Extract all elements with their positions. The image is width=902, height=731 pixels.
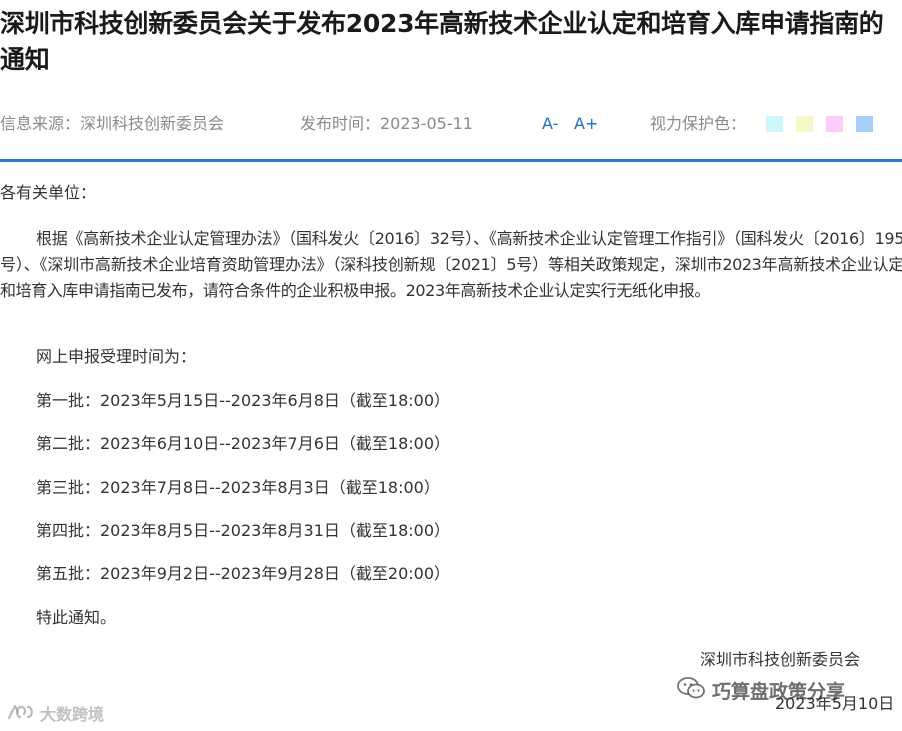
- wechat-icon: [676, 676, 706, 709]
- batch-1: 第一批：2023年5月15日--2023年6月8日（截至18:00）: [36, 391, 450, 410]
- watermark-left-text: 大数跨境: [40, 705, 105, 724]
- publish-date: 发布时间：2023-05-11: [300, 114, 473, 133]
- salutation: 各有关单位：: [0, 183, 97, 202]
- closing-text: 特此通知。: [36, 608, 117, 627]
- main-paragraph: 根据《高新技术企业认定管理办法》（国科发火〔2016〕32号）、《高新技术企业认…: [0, 229, 902, 300]
- eye-protection-label: 视力保护色：: [650, 114, 747, 133]
- eye-color-pink-swatch[interactable]: [826, 116, 843, 132]
- article-page: 深圳市科技创新委员会关于发布2023年高新技术企业认定和培育入库申请指南的通知 …: [0, 0, 902, 731]
- dashu-logo-icon: [6, 702, 36, 729]
- info-source: 信息来源：深圳科技创新委员会: [0, 114, 225, 133]
- eye-color-yellow-swatch[interactable]: [796, 116, 813, 132]
- batch-2: 第二批：2023年6月10日--2023年7月6日（截至18:00）: [36, 434, 450, 453]
- article-meta-bar: 信息来源：深圳科技创新委员会 发布时间：2023-05-11 A- A+ 视力保…: [0, 112, 902, 136]
- font-decrease-button[interactable]: A-: [542, 112, 558, 136]
- batch-3: 第三批：2023年7月8日--2023年8月3日（截至18:00）: [36, 478, 440, 497]
- online-time-label: 网上申报受理时间为：: [36, 347, 197, 366]
- title-divider: [0, 159, 902, 162]
- batch-4: 第四批：2023年8月5日--2023年8月31日（截至18:00）: [36, 521, 450, 540]
- batch-5: 第五批：2023年9月2日--2023年9月28日（截至20:00）: [36, 564, 450, 583]
- signature-date: 2023年5月10日: [775, 694, 895, 713]
- font-increase-button[interactable]: A+: [574, 112, 598, 136]
- article-title: 深圳市科技创新委员会关于发布2023年高新技术企业认定和培育入库申请指南的通知: [0, 9, 884, 74]
- signature-organization: 深圳市科技创新委员会: [700, 650, 861, 669]
- eye-color-blue-swatch[interactable]: [856, 116, 873, 132]
- watermark-left: 大数跨境: [6, 702, 104, 726]
- eye-color-cyan-swatch[interactable]: [766, 116, 783, 132]
